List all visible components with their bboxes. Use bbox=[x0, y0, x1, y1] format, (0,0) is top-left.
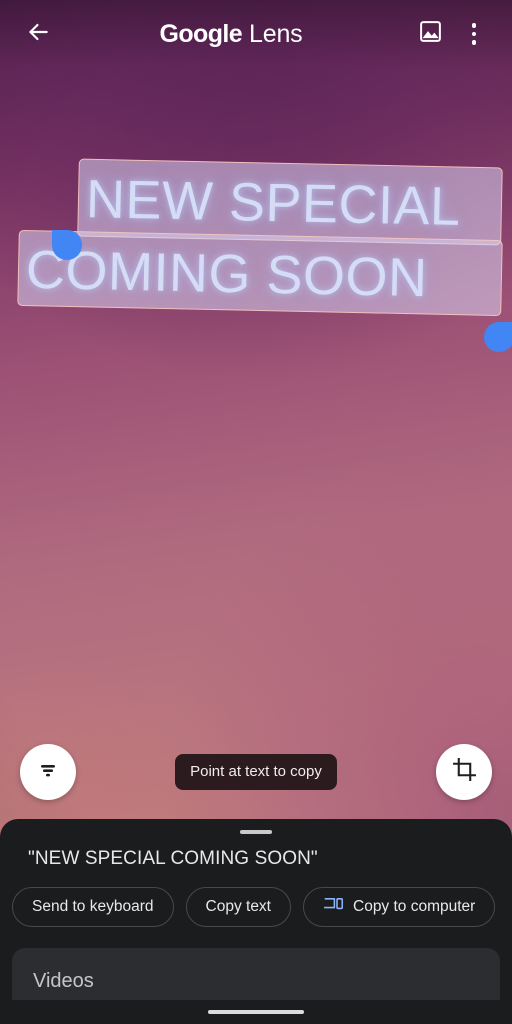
home-gesture-pill[interactable] bbox=[208, 1010, 304, 1014]
recognized-text: "NEW SPECIAL COMING SOON" bbox=[28, 848, 318, 869]
selection-handle-end[interactable] bbox=[484, 322, 512, 352]
chip-label: Send to keyboard bbox=[32, 898, 154, 915]
chip-label: Copy to computer bbox=[353, 898, 476, 915]
send-to-keyboard-chip[interactable]: Send to keyboard bbox=[12, 887, 174, 927]
copy-to-computer-chip[interactable]: Copy to computer bbox=[303, 887, 496, 927]
gallery-button[interactable] bbox=[408, 12, 452, 56]
more-vert-icon bbox=[471, 23, 477, 45]
crop-icon bbox=[452, 757, 477, 787]
image-icon bbox=[418, 19, 443, 49]
system-navigation-bar bbox=[0, 1000, 512, 1024]
action-chip-row: Send to keyboard Copy text Copy to compu… bbox=[0, 870, 512, 927]
ocr-highlight-box[interactable] bbox=[17, 229, 503, 317]
copy-text-chip[interactable]: Copy text bbox=[185, 887, 291, 927]
results-bottom-sheet[interactable]: "NEW SPECIAL COMING SOON" Send to keyboa… bbox=[0, 819, 512, 1024]
viewfinder-controls: Point at text to copy bbox=[0, 744, 512, 800]
hint-tooltip: Point at text to copy bbox=[175, 754, 337, 790]
arrow-back-icon bbox=[25, 19, 51, 50]
brand-name-lens: Lens bbox=[249, 19, 303, 48]
top-app-bar: Google Lens bbox=[0, 0, 512, 68]
crop-button[interactable] bbox=[436, 744, 492, 800]
devices-icon bbox=[323, 896, 344, 918]
overflow-menu-button[interactable] bbox=[452, 12, 496, 56]
videos-section-title: Videos bbox=[33, 970, 94, 992]
page-title: Google Lens bbox=[54, 20, 408, 49]
text-filter-icon bbox=[36, 758, 60, 787]
chip-label: Copy text bbox=[205, 898, 271, 915]
selection-handle-start[interactable] bbox=[52, 230, 82, 260]
google-lens-screen: NEW SPECIAL COMING SOON Google Lens Poin… bbox=[0, 0, 512, 1024]
text-filter-button[interactable] bbox=[20, 744, 76, 800]
brand-name-google: Google bbox=[159, 19, 243, 48]
